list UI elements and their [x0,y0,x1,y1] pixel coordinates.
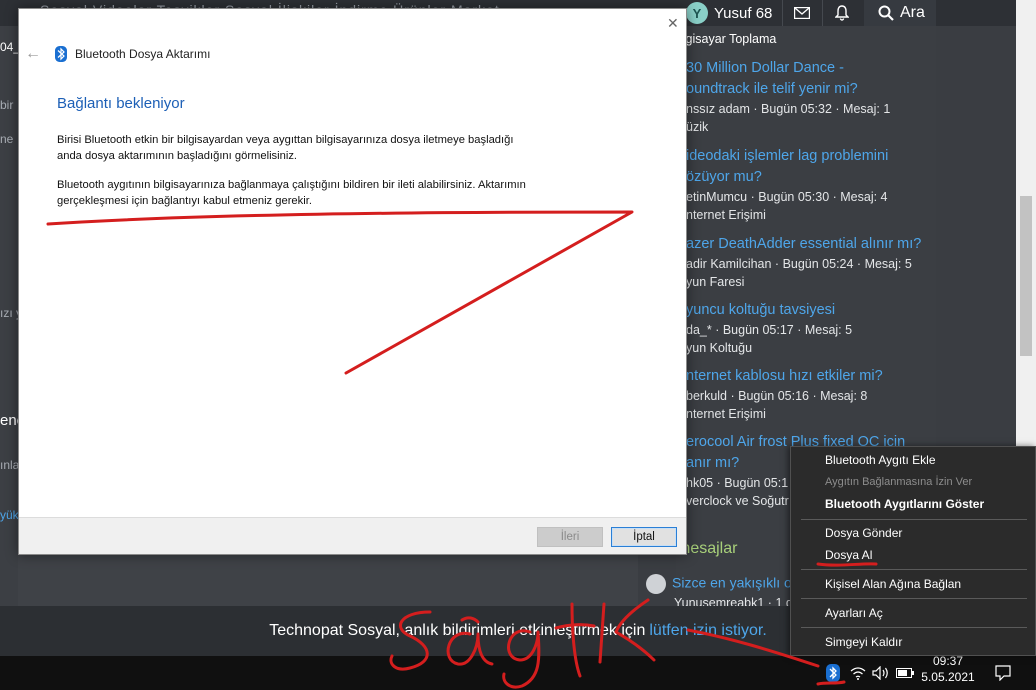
thread-title[interactable]: azer DeathAdder essential alınır mı? [686,234,936,255]
left-fragment: ene [0,412,18,429]
thread-forum[interactable]: nternet Erişimi [686,405,936,423]
clock-date: 5.05.2021 [921,670,975,684]
bluetooth-context-menu: Bluetooth Aygıtı Ekle Aygıtın Bağlanması… [790,446,1036,656]
alerts-button[interactable] [822,0,860,26]
search-button[interactable]: Ara [864,0,936,26]
left-fragment: ne [0,132,14,146]
menu-separator [801,519,1027,520]
username[interactable]: Yusuf 68 [714,5,772,22]
close-icon[interactable]: ✕ [667,15,679,32]
thread-meta: adir Kamilcihan · Bugün 05:24 · Mesaj: 5 [686,257,912,271]
paragraph-line: Birisi Bluetooth etkin bir bilgisayardan… [57,134,514,146]
left-fragment[interactable]: yük [0,508,18,522]
thread-title[interactable]: özüyor mu? [686,167,936,188]
menu-item-remove-icon[interactable]: Simgeyi Kaldır [791,631,1035,653]
wifi-icon [850,667,866,680]
paragraph-line: Bluetooth aygıtının bilgisayarınıza bağl… [57,179,526,191]
instruction-paragraph: Birisi Bluetooth etkin bir bilgisayardan… [57,133,617,164]
bluetooth-tray-icon[interactable] [822,656,844,690]
thread-category: ilgisayar Toplama [680,32,777,46]
search-label: Ara [900,4,925,21]
taskbar [0,656,1036,690]
cancel-button[interactable]: İptal [611,527,677,547]
avatar[interactable]: Y [686,2,708,24]
search-icon [878,5,894,21]
thread-item[interactable]: yuncu koltuğu tavsiyesi da_* · Bugün 05:… [686,300,936,357]
bluetooth-transfer-dialog: ← Bluetooth Dosya Aktarımı ✕ Bağlantı be… [18,8,687,555]
thread-title[interactable]: ideodaki işlemler lag problemini [686,146,936,167]
thread-forum[interactable]: yun Faresi [686,273,936,291]
thread-title[interactable]: nternet kablosu hızı etkiler mi? [686,366,936,387]
action-center-button[interactable] [990,656,1016,690]
volume-tray-icon[interactable] [870,656,892,690]
thread-forum[interactable]: üzik [686,118,936,136]
menu-item-receive-file[interactable]: Dosya Al [791,544,1035,566]
left-fragment: bir [0,98,14,112]
paragraph-line: gerçekleşmesi için bağlantıyı kabul etme… [57,194,312,207]
menu-item-send-file[interactable]: Dosya Gönder [791,522,1035,544]
menu-item-add-device[interactable]: Bluetooth Aygıtı Ekle [791,449,1035,471]
thread-title[interactable]: oundtrack ile telif yenir mi? [686,79,936,100]
paragraph-line: anda dosya aktarımının başladığını görme… [57,149,298,162]
taskbar-clock[interactable]: 09:37 5.05.2021 [910,653,986,685]
menu-separator [801,598,1027,599]
bluetooth-icon [826,664,840,682]
thread-meta: berkuld · Bugün 05:16 · Mesaj: 8 [686,389,868,403]
forum-left-column: 04_ bir ne ızı y ene ınla yük [0,26,18,606]
instruction-paragraph: Bluetooth aygıtının bilgisayarınıza bağl… [57,178,617,209]
menu-separator [801,569,1027,570]
scrollbar-thumb[interactable] [1020,196,1032,356]
messages-button[interactable] [782,0,820,26]
page-title: Bağlantı bekleniyor [57,95,185,112]
thread-item[interactable]: azer DeathAdder essential alınır mı? adi… [686,234,936,291]
back-arrow-icon[interactable]: ← [25,45,41,63]
notification-link[interactable]: lütfen izin istiyor. [649,622,766,640]
menu-item-join-pan[interactable]: Kişisel Alan Ağına Bağlan [791,573,1035,595]
thread-item[interactable]: ideodaki işlemler lag problemini özüyor … [686,146,936,224]
thread-meta: etinMumcu · Bugün 05:30 · Mesaj: 4 [686,190,888,204]
user-menu[interactable]: Y Yusuf 68 [686,0,772,26]
dialog-title: Bluetooth Dosya Aktarımı [75,47,211,61]
left-fragment: 04_ [0,40,18,54]
envelope-icon [793,7,810,19]
network-tray-icon[interactable] [848,656,868,690]
next-button[interactable]: İleri [537,527,603,547]
dialog-footer: İleri İptal [19,517,686,554]
thread-item[interactable]: 30 Million Dollar Dance - oundtrack ile … [686,58,936,136]
thread-title[interactable]: 30 Million Dollar Dance - [686,58,936,79]
left-fragment: ızı y [0,306,18,320]
menu-item-show-devices[interactable]: Bluetooth Aygıtlarını Göster [791,493,1035,515]
thread-forum[interactable]: yun Koltuğu [686,339,936,357]
thread-item[interactable]: nternet kablosu hızı etkiler mi? berkuld… [686,366,936,423]
bell-icon [834,5,849,21]
new-message-item[interactable]: Sizce en yakışıklı o [646,574,792,594]
notification-text: Technopat Sosyal, anlık bildirimleri etk… [269,622,646,639]
speaker-icon [872,666,888,680]
thread-meta: da_* · Bugün 05:17 · Mesaj: 5 [686,323,853,337]
bluetooth-icon [55,46,67,62]
menu-item-allow-connect: Aygıtın Bağlanmasına İzin Ver [825,476,973,488]
thread-meta: nssız adam · Bugün 05:32 · Mesaj: 1 [686,102,891,116]
menu-separator [801,627,1027,628]
avatar [646,574,666,594]
notification-center-icon [995,665,1011,681]
message-title[interactable]: Sizce en yakışıklı o [672,575,792,591]
menu-item-open-settings[interactable]: Ayarları Aç [791,602,1035,624]
left-fragment: ınla [0,458,18,472]
thread-title[interactable]: yuncu koltuğu tavsiyesi [686,300,936,321]
thread-forum[interactable]: nternet Erişimi [686,206,936,224]
